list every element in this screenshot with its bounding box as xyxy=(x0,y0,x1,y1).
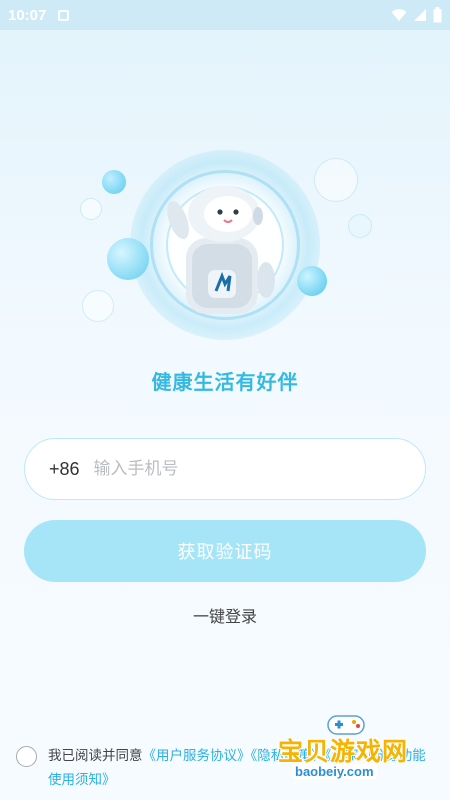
agreement-prefix: 我已阅读并同意 xyxy=(48,748,143,764)
agree-checkbox[interactable] xyxy=(16,746,37,767)
robot-mascot-icon xyxy=(167,186,275,314)
bubble-decoration xyxy=(348,214,372,238)
status-bar: 10:07 xyxy=(0,0,450,30)
bubble-decoration xyxy=(82,290,114,322)
bubble-decoration xyxy=(297,266,327,296)
bubble-decoration xyxy=(102,170,126,194)
get-verification-code-button[interactable]: 获取验证码 xyxy=(24,520,426,582)
status-icons xyxy=(391,7,442,23)
slogan-text: 健康生活有好伴 xyxy=(151,370,299,394)
phone-input[interactable] xyxy=(93,459,354,479)
bubble-decoration xyxy=(80,198,102,220)
battery-icon xyxy=(433,7,442,23)
hero-illustration xyxy=(0,140,450,340)
phone-input-row[interactable]: +86 xyxy=(24,438,426,500)
status-time: 10:07 xyxy=(8,6,47,24)
watermark-title: 宝贝游戏网 xyxy=(278,737,409,766)
signal-icon xyxy=(414,9,426,21)
user-agreement-link[interactable]: 《用户服务协议》 xyxy=(143,748,251,764)
bubble-decoration xyxy=(314,158,358,202)
one-click-login-link[interactable]: 一键登录 xyxy=(0,603,450,627)
wifi-icon xyxy=(391,9,407,21)
notification-icon xyxy=(58,9,70,21)
bubble-decoration xyxy=(107,238,149,280)
country-code[interactable]: +86 xyxy=(49,459,80,480)
watermark: 宝贝游戏网 baobeiy.com xyxy=(278,712,426,782)
watermark-domain: baobeiy.com xyxy=(292,764,377,779)
